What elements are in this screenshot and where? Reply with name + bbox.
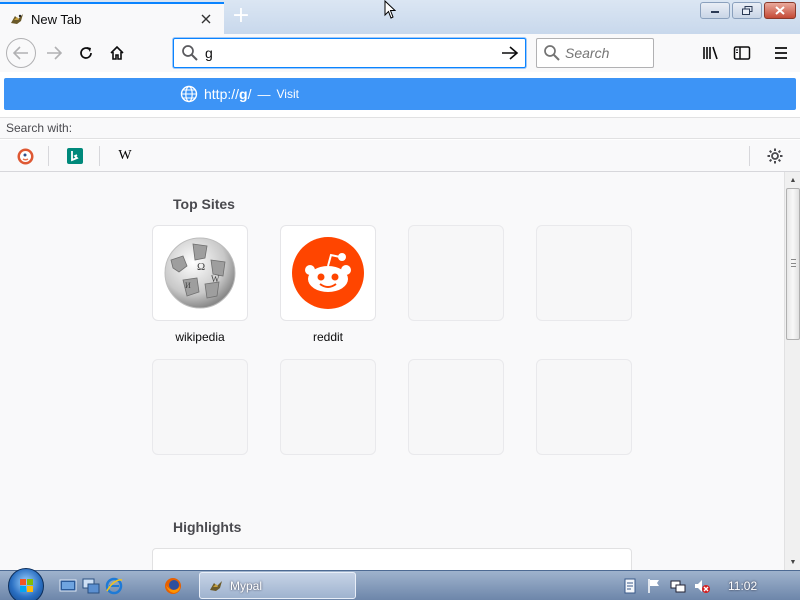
taskbar-clock[interactable]: 11:02 — [728, 579, 757, 593]
taskbar: Mypal 11:02 — [0, 568, 800, 600]
top-site-tile-empty[interactable] — [408, 359, 504, 455]
close-icon[interactable] — [196, 9, 216, 29]
globe-icon — [180, 85, 198, 103]
top-site-tile-wikipedia[interactable]: Ω W И — [152, 225, 248, 321]
tab-strip: New Tab + — [0, 0, 800, 34]
top-site-tile-empty[interactable] — [152, 359, 248, 455]
visit-url-text: http://g/ — [204, 86, 252, 102]
navigation-toolbar — [0, 34, 800, 72]
top-sites-title: Top Sites — [173, 196, 235, 212]
search-with-label: Search with: — [0, 117, 800, 139]
search-icon — [182, 45, 198, 61]
scroll-thumb[interactable] — [786, 188, 800, 340]
top-site-tile-empty[interactable] — [280, 359, 376, 455]
search-bar-icon — [544, 45, 560, 61]
search-input[interactable] — [565, 45, 645, 61]
library-icon — [703, 46, 718, 60]
wikipedia-icon[interactable]: W — [116, 147, 134, 165]
firefox-icon[interactable] — [164, 577, 182, 595]
start-button[interactable] — [8, 568, 44, 600]
new-tab-plus-icon[interactable]: + — [230, 5, 252, 27]
library-button[interactable] — [697, 39, 725, 67]
engine-divider — [48, 146, 49, 166]
mypal-favicon-icon — [11, 14, 23, 24]
home-icon — [110, 45, 124, 60]
svg-text:Ω: Ω — [197, 261, 205, 273]
window-controls — [700, 2, 796, 19]
reload-button[interactable] — [72, 39, 100, 67]
forward-arrow-icon — [47, 46, 62, 60]
engine-divider — [749, 146, 750, 166]
svg-text:W: W — [211, 274, 220, 284]
reload-icon — [80, 47, 92, 59]
switch-windows-icon[interactable] — [82, 577, 100, 595]
tab-title: New Tab — [31, 11, 82, 27]
top-site-tile-empty[interactable] — [536, 359, 632, 455]
reddit-icon — [292, 237, 364, 309]
sidebar-icon — [733, 46, 751, 60]
svg-text:И: И — [185, 281, 191, 290]
windows-logo-icon — [20, 579, 33, 592]
mouse-cursor-icon — [384, 0, 396, 19]
highlights-title: Highlights — [173, 519, 242, 535]
action-center-flag-icon[interactable] — [646, 578, 662, 594]
highlight-card[interactable] — [152, 548, 632, 570]
newtab-content: Top Sites Ω W И wikipedia reddit Highlig… — [0, 172, 784, 570]
sidebar-button[interactable] — [728, 39, 756, 67]
tab-new-tab[interactable]: New Tab — [0, 2, 224, 34]
forward-button[interactable] — [40, 39, 68, 67]
menu-button[interactable] — [767, 39, 795, 67]
back-arrow-icon — [13, 46, 28, 60]
visit-action-label: Visit — [276, 87, 299, 101]
top-site-tile-empty[interactable] — [408, 225, 504, 321]
show-desktop-icon[interactable] — [59, 577, 77, 595]
url-input[interactable] — [205, 45, 485, 61]
engine-divider — [99, 146, 100, 166]
visit-separator: — — [257, 86, 271, 102]
duckduckgo-icon[interactable] — [16, 147, 34, 165]
network-icon[interactable] — [670, 578, 686, 594]
scroll-grip — [791, 259, 796, 267]
bing-icon[interactable] — [66, 147, 84, 165]
scroll-up-arrow-icon[interactable]: ▲ — [785, 172, 800, 188]
autocomplete-popup: http://g/ — Visit Search with: W — [0, 72, 800, 172]
back-button[interactable] — [6, 38, 36, 68]
minimize-icon[interactable] — [700, 2, 730, 19]
hamburger-menu-icon — [775, 47, 787, 59]
one-off-search-engines: W — [0, 140, 800, 172]
scroll-down-arrow-icon[interactable]: ▼ — [785, 554, 800, 570]
search-settings-gear-icon[interactable] — [766, 147, 784, 165]
tray-document-icon[interactable] — [622, 578, 638, 594]
taskbar-window-mypal[interactable]: Mypal — [199, 572, 356, 599]
top-site-label: wikipedia — [175, 330, 225, 344]
wikipedia-globe-icon: Ω W И — [164, 237, 236, 309]
mypal-taskbar-icon — [210, 580, 222, 591]
search-bar[interactable] — [536, 38, 654, 68]
internet-explorer-icon[interactable] — [105, 577, 123, 595]
restore-icon[interactable] — [732, 2, 762, 19]
url-bar[interactable] — [173, 38, 526, 68]
taskbar-window-label: Mypal — [230, 578, 263, 593]
page-scrollbar[interactable]: ▲ ▼ — [784, 172, 800, 570]
window-close-icon[interactable] — [764, 2, 796, 19]
home-button[interactable] — [103, 39, 131, 67]
top-site-tile-empty[interactable] — [536, 225, 632, 321]
top-site-tile-reddit[interactable] — [280, 225, 376, 321]
top-site-label: reddit — [312, 330, 344, 344]
volume-muted-icon[interactable] — [694, 578, 710, 594]
go-arrow-icon[interactable] — [501, 45, 519, 61]
visit-url-row[interactable]: http://g/ — Visit — [4, 78, 796, 110]
